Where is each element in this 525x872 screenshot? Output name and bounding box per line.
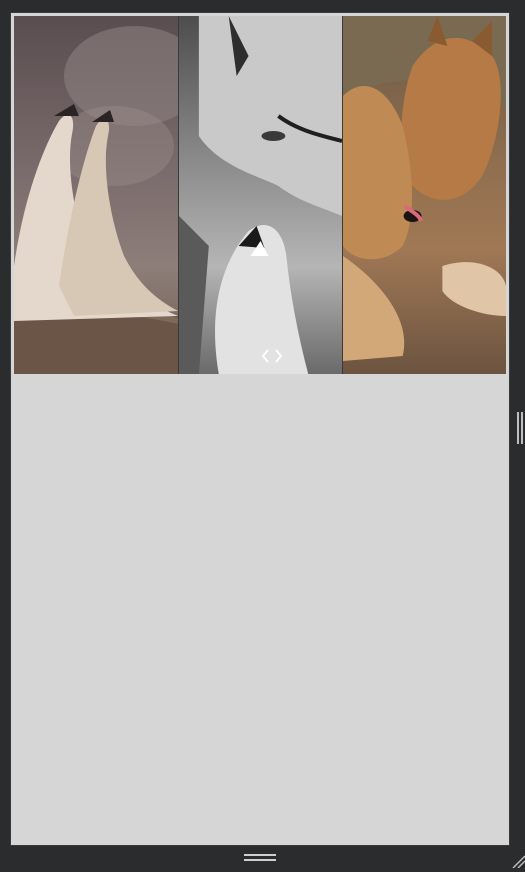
red-wolves-photo-icon	[343, 16, 506, 361]
photo-panel-grayscale-wolves[interactable]	[178, 16, 342, 374]
photo-collage-strip	[14, 16, 506, 374]
photo-panel-red-wolves[interactable]	[342, 16, 506, 374]
drag-handle-horizontal-icon[interactable]	[244, 854, 276, 863]
swap-photos-button[interactable]	[258, 342, 286, 370]
swap-arrows-icon	[261, 349, 283, 363]
resize-grip-icon[interactable]	[511, 853, 525, 869]
photo-panel-howling-wolves[interactable]	[14, 16, 178, 374]
grayscale-wolves-photo-icon	[179, 16, 342, 374]
drag-handle-vertical-icon[interactable]	[517, 412, 523, 444]
howling-wolves-photo-icon	[14, 26, 178, 374]
